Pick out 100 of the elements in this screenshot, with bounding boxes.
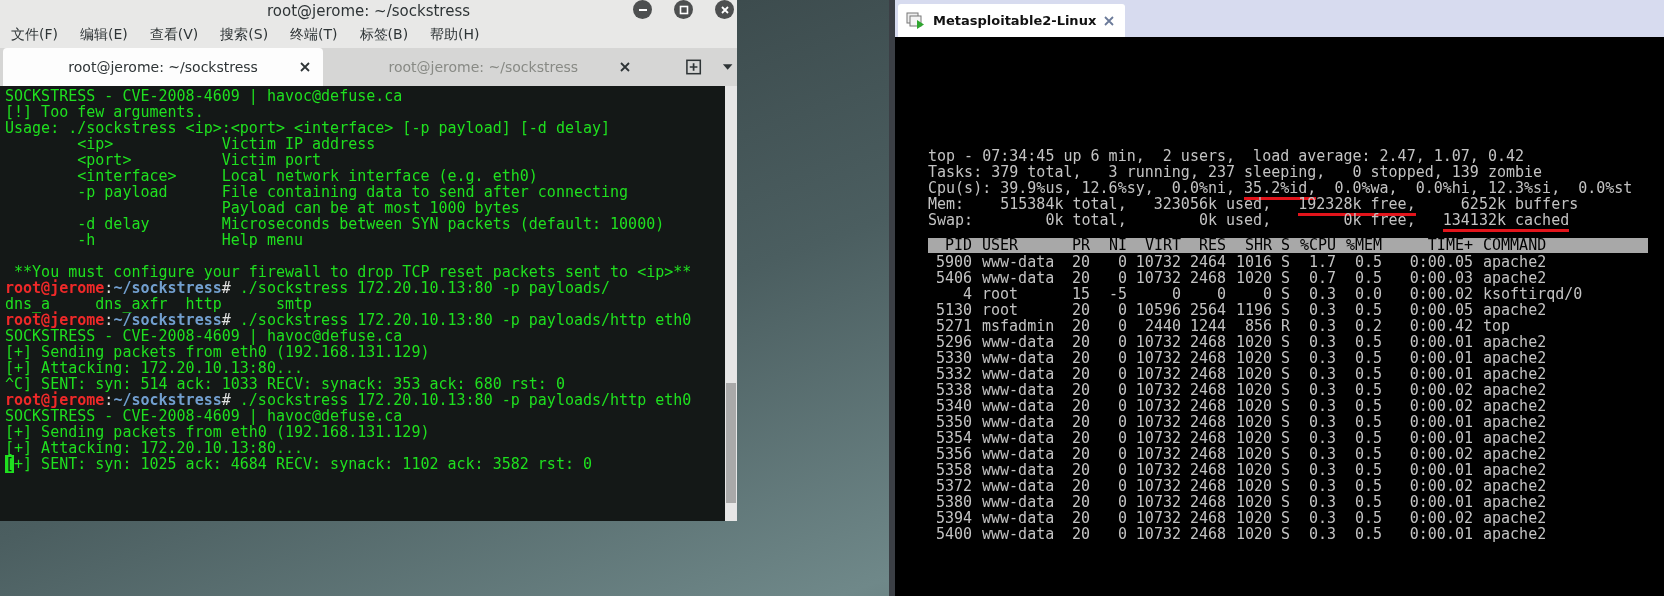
terminal-line: Payload can be at most 1000 bytes: [220, 200, 521, 216]
menu-item[interactable]: 搜索(S): [220, 26, 269, 44]
table-cell-text: S: [1279, 430, 1290, 446]
column-header: PR: [1070, 238, 1090, 253]
menu-item[interactable]: 文件(F): [11, 26, 58, 44]
table-cell-text: 0.3: [1307, 510, 1336, 526]
table-cell-text: 2468: [1188, 366, 1226, 382]
table-cell-text: 5358: [934, 462, 972, 478]
table-cell-text: 5380: [934, 494, 972, 510]
table-cell-text: 0.0: [1353, 286, 1382, 302]
table-cell-text: 5394: [934, 510, 972, 526]
table-cell-text: 0: [1116, 270, 1127, 286]
table-cell-text: 0.5: [1353, 302, 1382, 318]
table-cell-text: 0.5: [1353, 398, 1382, 414]
table-cell-text: 20: [1070, 254, 1090, 270]
vm-tab[interactable]: Metasploitable2-Linux: [898, 4, 1126, 37]
close-icon[interactable]: [619, 61, 632, 73]
table-cell-text: 10732: [1134, 462, 1181, 478]
table-cell-text: 0:00.02: [1408, 286, 1473, 302]
table-cell-text: apache2: [1482, 302, 1547, 318]
table-cell-text: apache2: [1482, 510, 1548, 526]
table-cell-text: 2468: [1188, 270, 1226, 286]
table-cell-text: apache2: [1482, 478, 1548, 494]
tab-title: root@jerome: ~/sockstress: [68, 59, 258, 75]
table-cell-text: 20: [1070, 494, 1090, 510]
table-cell-text: 10732: [1134, 254, 1181, 270]
table-cell-text: 5372: [934, 478, 972, 494]
terminal-line: **You must configure your firewall to drop TCP reset packets sent to <ip>**: [14, 264, 693, 280]
table-cell-text: 2440: [1143, 318, 1181, 334]
table-cell-text: 0:00.02: [1408, 398, 1473, 414]
window-title: root@jerome: ~/sockstress: [266, 2, 471, 20]
terminal-line: [+] Sending packets from eth0 (192.168.131.129): [5, 424, 431, 440]
table-cell-text: 0.3: [1307, 334, 1336, 350]
new-tab-icon[interactable]: [685, 58, 703, 76]
table-cell-text: 0:00.05: [1408, 302, 1473, 318]
menu-item[interactable]: 终端(T): [290, 26, 338, 44]
table-cell-text: msfadmin: [981, 318, 1056, 334]
column-header: VIRT: [1143, 238, 1181, 253]
table-cell-text: 2468: [1188, 478, 1226, 494]
table-cell-text: www-data: [981, 526, 1056, 542]
table-cell-text: 10732: [1134, 446, 1181, 462]
table-cell-text: S: [1279, 334, 1290, 350]
table-cell-text: 1020: [1234, 462, 1272, 478]
table-cell-text: www-data: [981, 478, 1056, 494]
table-cell-text: 10732: [1134, 366, 1181, 382]
terminal-line: [+] Attacking: 172.20.10.13:80...: [5, 360, 303, 376]
table-cell-text: 20: [1070, 478, 1090, 494]
maximize-icon: [678, 4, 689, 15]
table-cell-text: 20: [1070, 462, 1090, 478]
table-cell-text: 20: [1070, 526, 1090, 542]
terminal-line: Usage: ./sockstress <ip>:<port> <interface> [-p payload] [-d delay]: [5, 120, 612, 136]
table-cell-text: apache2: [1482, 270, 1547, 286]
table-cell-text: ksoftirqd/0: [1482, 286, 1584, 302]
minimize-button[interactable]: [633, 0, 652, 19]
table-cell-text: 0.3: [1307, 526, 1336, 542]
terminal-line: root@jerome:~/sockstress# ./sockstress 172.20.10.13:80 -p payloads/: [5, 280, 612, 296]
table-cell-text: apache2: [1482, 350, 1548, 366]
table-cell-text: www-data: [981, 366, 1056, 382]
table-cell-text: 20: [1070, 350, 1090, 366]
table-cell-text: 0.5: [1353, 270, 1382, 286]
tab-title: root@jerome: ~/sockstress: [388, 59, 579, 75]
table-cell-text: top: [1482, 318, 1511, 334]
table-cell-text: 20: [1070, 446, 1090, 462]
table-cell-text: apache2: [1482, 414, 1548, 430]
table-cell-text: 10732: [1134, 494, 1181, 510]
table-cell-text: 5130: [934, 302, 972, 318]
column-header: RES: [1197, 238, 1226, 253]
menu-item[interactable]: 帮助(H): [430, 26, 480, 44]
column-header: %CPU: [1298, 238, 1336, 253]
table-cell-text: 0: [1116, 350, 1127, 366]
terminal-tab[interactable]: root@jerome: ~/sockstress: [3, 48, 324, 86]
terminal-line: root@jerome:~/sockstress# ./sockstress 172.20.10.13:80 -p payloads/http eth0: [5, 392, 693, 408]
close-icon[interactable]: [299, 61, 312, 73]
table-cell-text: 0.5: [1353, 446, 1382, 462]
scrollbar[interactable]: [725, 86, 737, 521]
table-cell-text: www-data: [981, 254, 1056, 270]
table-cell-text: 1020: [1234, 334, 1272, 350]
table-cell-text: 5900: [934, 254, 972, 270]
table-cell-text: 5350: [934, 414, 972, 430]
maximize-button[interactable]: [674, 0, 693, 19]
menu-item[interactable]: 查看(V): [149, 26, 199, 44]
table-cell-text: apache2: [1482, 366, 1548, 382]
table-cell-text: www-data: [981, 494, 1056, 510]
table-cell-text: 10732: [1134, 382, 1181, 398]
table-cell-text: 0: [1261, 286, 1272, 302]
column-header: TIME+: [1426, 238, 1473, 253]
menu-item[interactable]: 标签(B): [359, 26, 409, 44]
table-cell-text: S: [1279, 414, 1290, 430]
table-cell-text: apache2: [1482, 462, 1548, 478]
caret-icon[interactable]: [720, 62, 734, 72]
table-cell-text: 1196: [1234, 302, 1272, 318]
table-cell-text: 10732: [1134, 334, 1181, 350]
table-cell-text: 0.3: [1307, 286, 1336, 302]
menu-item[interactable]: 编辑(E): [80, 26, 128, 44]
table-cell-text: 0: [1215, 286, 1226, 302]
table-cell-text: 5340: [934, 398, 972, 414]
table-cell-text: 5271: [934, 318, 972, 334]
table-cell-text: 0: [1116, 302, 1127, 318]
table-cell-text: 0.5: [1353, 382, 1382, 398]
close-button[interactable]: [715, 0, 734, 19]
